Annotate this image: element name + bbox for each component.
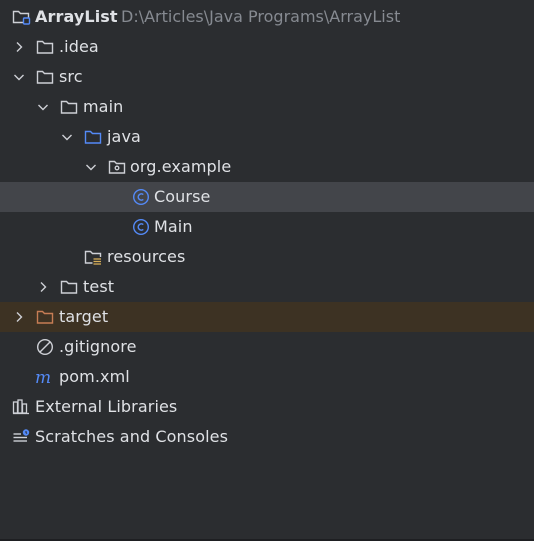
- tree-label-main-class: Main: [154, 217, 193, 236]
- tree-row-package[interactable]: org.example: [0, 152, 534, 182]
- excluded-folder-icon: [36, 308, 54, 326]
- resources-folder-icon: [84, 248, 102, 266]
- tree-row-java[interactable]: java: [0, 122, 534, 152]
- folder-icon: [60, 278, 78, 296]
- tree-label-gitignore: .gitignore: [59, 337, 137, 356]
- ignored-file-icon: [36, 338, 54, 356]
- project-tree: ArrayList D:\Articles\Java Programs\Arra…: [0, 2, 534, 452]
- tree-row-pom[interactable]: m pom.xml: [0, 362, 534, 392]
- scratches-icon: [12, 428, 30, 446]
- chevron-right-icon[interactable]: [12, 310, 26, 324]
- chevron-right-icon[interactable]: [12, 40, 26, 54]
- libraries-icon: [12, 398, 30, 416]
- tree-label-test: test: [83, 277, 115, 296]
- tree-label-external-libraries: External Libraries: [35, 397, 178, 416]
- project-tool-window: { "project": { "name": "ArrayList", "pat…: [0, 0, 534, 541]
- tree-row-idea[interactable]: .idea: [0, 32, 534, 62]
- chevron-down-icon[interactable]: [12, 70, 26, 84]
- tree-row-gitignore[interactable]: .gitignore: [0, 332, 534, 362]
- tree-row-main-class[interactable]: Main: [0, 212, 534, 242]
- java-class-icon: [132, 188, 150, 206]
- tree-label-scratches: Scratches and Consoles: [35, 427, 229, 446]
- svg-text:m: m: [35, 368, 51, 386]
- tree-row-project-root[interactable]: ArrayList D:\Articles\Java Programs\Arra…: [0, 2, 534, 32]
- project-name: ArrayList: [35, 7, 118, 26]
- tree-label-resources: resources: [107, 247, 186, 266]
- tree-label-src: src: [59, 67, 83, 86]
- folder-icon: [60, 98, 78, 116]
- tree-row-target[interactable]: target: [0, 302, 534, 332]
- tree-label-package: org.example: [130, 157, 232, 176]
- tree-row-resources[interactable]: resources: [0, 242, 534, 272]
- tree-label-course: Course: [154, 187, 211, 206]
- project-folder-icon: [12, 8, 31, 26]
- chevron-down-icon[interactable]: [84, 160, 98, 174]
- tree-row-test[interactable]: test: [0, 272, 534, 302]
- tree-row-external-libraries[interactable]: External Libraries: [0, 392, 534, 422]
- folder-icon: [36, 38, 54, 56]
- package-icon: [108, 158, 126, 176]
- tree-label-pom: pom.xml: [59, 367, 130, 386]
- chevron-down-icon[interactable]: [60, 130, 74, 144]
- java-class-icon: [132, 218, 150, 236]
- chevron-right-icon[interactable]: [36, 280, 50, 294]
- tree-label-idea: .idea: [59, 37, 99, 56]
- tree-label-java: java: [107, 127, 141, 146]
- tree-row-scratches[interactable]: Scratches and Consoles: [0, 422, 534, 452]
- tree-label-target: target: [59, 307, 109, 326]
- tree-row-course[interactable]: Course: [0, 182, 534, 212]
- source-folder-icon: [84, 128, 102, 146]
- project-path: D:\Articles\Java Programs\ArrayList: [121, 7, 401, 26]
- chevron-down-icon[interactable]: [36, 100, 50, 114]
- tree-row-main[interactable]: main: [0, 92, 534, 122]
- maven-icon: m: [35, 368, 53, 386]
- folder-icon: [36, 68, 54, 86]
- tree-label-main: main: [83, 97, 124, 116]
- tree-row-src[interactable]: src: [0, 62, 534, 92]
